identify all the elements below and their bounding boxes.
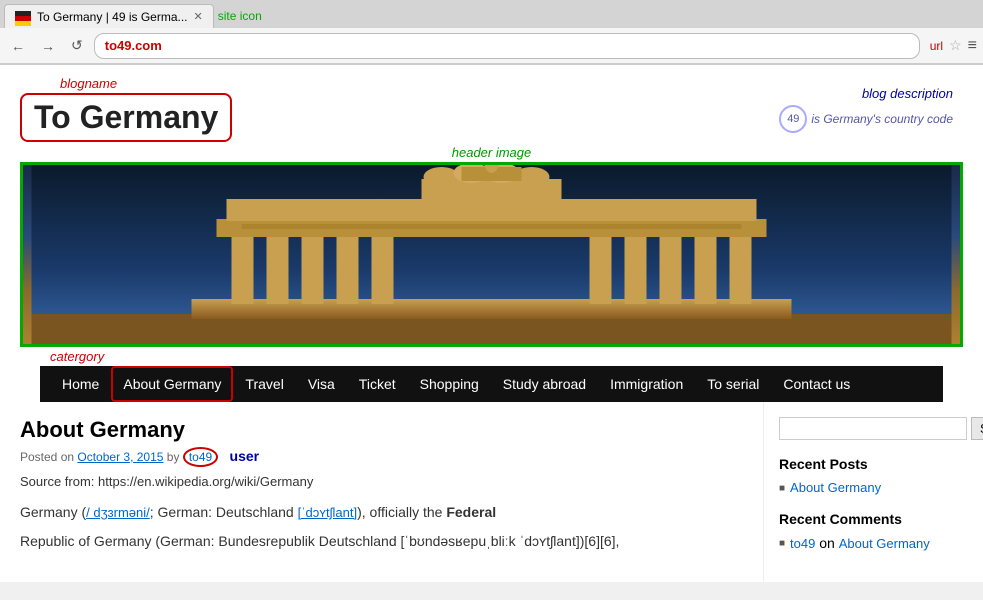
deutschland: Deutschland [216, 504, 294, 520]
site-header: blogname To Germany blog description 49 … [0, 65, 983, 142]
recent-comment-author[interactable]: to49 [790, 536, 815, 551]
forward-button[interactable]: → [36, 36, 60, 56]
browser-tab[interactable]: To Germany | 49 is Germa... ✕ [4, 4, 214, 28]
post-date-link[interactable]: October 3, 2015 [77, 450, 163, 464]
nav-item-immigration[interactable]: Immigration [598, 366, 695, 402]
tab-favicon [15, 7, 31, 19]
bookmark-star[interactable]: ☆ [949, 37, 962, 54]
ipa-deutsch[interactable]: [ˈdɔʏtʃlant] [298, 505, 358, 520]
tab-title: To Germany | 49 is Germa... [37, 10, 188, 24]
recent-posts-section: Recent Posts ■ About Germany [779, 456, 963, 495]
nav-item-to-serial[interactable]: To serial [695, 366, 771, 402]
colon: : [208, 504, 212, 520]
nav-item-home[interactable]: Home [50, 366, 111, 402]
blogname-annotation: blogname [60, 76, 117, 91]
nav-item-travel[interactable]: Travel [233, 366, 295, 402]
blog-name-section: blogname To Germany [20, 75, 232, 142]
recent-comments-title: Recent Comments [779, 511, 963, 527]
blog-name-wrap: To Germany [20, 93, 232, 142]
post-body: Germany (/ dʒɜrməni/; German: Deutschlan… [20, 501, 743, 552]
country-code-circle: 49 [779, 105, 807, 133]
post-paragraph-1: Germany (/ dʒɜrməni/; German: Deutschlan… [20, 501, 743, 524]
browser-menu-button[interactable]: ≡ [968, 37, 977, 55]
blog-description-annotation: blog description [862, 86, 953, 101]
recent-post-bullet: ■ [779, 483, 785, 494]
country-code-text: is Germany's country code [811, 112, 953, 126]
browser-nav-bar: ← → ↺ to49.com url ☆ ≡ [0, 28, 983, 64]
sidebar: Search Recent Posts ■ About Germany Rece… [763, 402, 963, 582]
category-annotation: catergory [50, 349, 963, 364]
post-paragraph-2: Republic of Germany (German: Bundesrepub… [20, 530, 743, 552]
reload-button[interactable]: ↺ [66, 35, 88, 56]
recent-comment-on: on [819, 535, 835, 551]
nav-menu-container: catergory Home About Germany Travel Visa… [20, 347, 963, 402]
country-code-wrap: 49 is Germany's country code [779, 105, 953, 133]
nav-item-study-abroad[interactable]: Study abroad [491, 366, 598, 402]
recent-comments-section: Recent Comments ■ to49 on About Germany [779, 511, 963, 551]
search-button[interactable]: Search [971, 417, 983, 440]
semicolon: ; [150, 504, 154, 520]
tab-close-icon[interactable]: ✕ [194, 10, 203, 23]
author-circled: to49 [183, 447, 218, 467]
posted-on-label: Posted on [20, 450, 74, 464]
blog-description-area: blog description 49 is Germany's country… [779, 75, 963, 133]
site-icon-label-annotation: site icon [218, 9, 262, 23]
recent-post-link[interactable]: About Germany [790, 480, 881, 495]
main-area: About Germany Posted on October 3, 2015 … [0, 402, 983, 582]
body-middle: ), officially the [357, 504, 442, 520]
tab-bar: To Germany | 49 is Germa... ✕ site icon [0, 0, 983, 28]
url-annotation: url [930, 39, 943, 53]
search-input[interactable] [779, 417, 967, 440]
nav-item-ticket[interactable]: Ticket [347, 366, 408, 402]
browser-chrome: To Germany | 49 is Germa... ✕ site icon … [0, 0, 983, 65]
post-title: About Germany [20, 417, 743, 443]
recent-post-item: ■ About Germany [779, 480, 963, 495]
back-button[interactable]: ← [6, 36, 30, 56]
url-highlight: to49.com [105, 38, 162, 53]
blog-description-label: blog description [779, 85, 953, 101]
body-start: Germany ( [20, 504, 86, 520]
header-image [20, 162, 963, 347]
post-source: Source from: https://en.wikipedia.org/wi… [20, 474, 743, 489]
header-image-annotation-row: header image [0, 142, 983, 162]
nav-item-shopping[interactable]: Shopping [408, 366, 491, 402]
website: blogname To Germany blog description 49 … [0, 65, 983, 582]
content-area: About Germany Posted on October 3, 2015 … [20, 402, 763, 582]
nav-item-contact-us[interactable]: Contact us [771, 366, 862, 402]
recent-posts-title: Recent Posts [779, 456, 963, 472]
site-icon-annotation [15, 7, 31, 27]
url-bar[interactable]: to49.com [94, 33, 920, 59]
german-label: German [158, 504, 209, 520]
recent-comment-text: to49 on About Germany [790, 535, 930, 551]
nav-item-about-germany[interactable]: About Germany [111, 366, 233, 402]
post-meta: Posted on October 3, 2015 by to49 user [20, 448, 743, 464]
ipa-pronunciation[interactable]: / dʒɜrməni/ [86, 505, 150, 520]
recent-comment-item: ■ to49 on About Germany [779, 535, 963, 551]
user-annotation: user [230, 448, 260, 464]
nav-menu: Home About Germany Travel Visa Ticket Sh… [40, 366, 943, 402]
blog-name: To Germany [34, 99, 218, 135]
header-image-svg [23, 162, 960, 344]
header-image-annotation: header image [452, 145, 532, 160]
recent-comment-bullet: ■ [779, 538, 785, 549]
nav-item-visa[interactable]: Visa [296, 366, 347, 402]
by-label: by [167, 450, 180, 464]
federal-label: Federal [446, 504, 496, 520]
search-box: Search [779, 417, 963, 440]
recent-comment-post[interactable]: About Germany [839, 536, 930, 551]
